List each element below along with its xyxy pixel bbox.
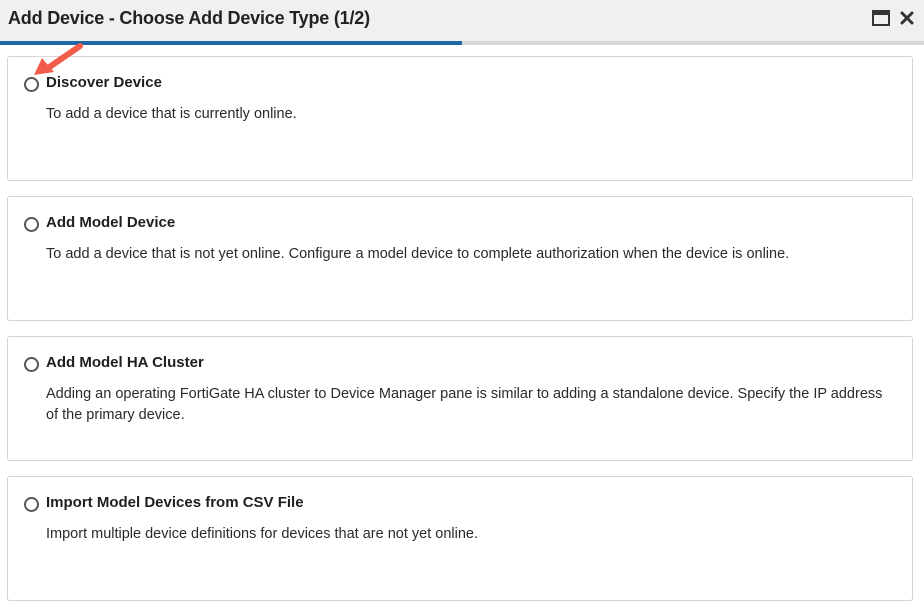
option-description: To add a device that is currently online… bbox=[46, 106, 297, 122]
option-discover-device[interactable]: Discover Device To add a device that is … bbox=[7, 56, 913, 181]
dialog-titlebar: Add Device - Choose Add Device Type (1/2… bbox=[0, 0, 924, 41]
window-controls bbox=[872, 10, 914, 26]
wizard-progress-fill bbox=[0, 41, 462, 45]
option-title: Add Model HA Cluster bbox=[46, 354, 204, 371]
option-title: Discover Device bbox=[46, 74, 162, 91]
close-icon[interactable] bbox=[900, 11, 914, 25]
device-type-options: Discover Device To add a device that is … bbox=[7, 56, 913, 616]
radio-discover-device[interactable] bbox=[24, 77, 39, 92]
option-description: Import multiple device definitions for d… bbox=[46, 526, 479, 542]
radio-add-model-device[interactable] bbox=[24, 217, 39, 232]
option-add-model-ha-cluster[interactable]: Add Model HA Cluster Adding an operating… bbox=[7, 336, 913, 461]
option-add-model-device[interactable]: Add Model Device To add a device that is… bbox=[7, 196, 913, 321]
radio-add-model-ha-cluster[interactable] bbox=[24, 357, 39, 372]
maximize-icon[interactable] bbox=[872, 10, 890, 26]
wizard-progress-bar bbox=[0, 41, 924, 45]
option-title: Add Model Device bbox=[46, 214, 176, 231]
option-description: To add a device that is not yet online. … bbox=[46, 246, 790, 262]
add-device-dialog: Add Device - Choose Add Device Type (1/2… bbox=[0, 0, 924, 616]
option-description: Adding an operating FortiGate HA cluster… bbox=[46, 386, 883, 423]
radio-import-csv[interactable] bbox=[24, 497, 39, 512]
option-import-csv[interactable]: Import Model Devices from CSV File Impor… bbox=[7, 476, 913, 601]
dialog-title: Add Device - Choose Add Device Type (1/2… bbox=[8, 8, 370, 28]
option-title: Import Model Devices from CSV File bbox=[46, 494, 304, 511]
